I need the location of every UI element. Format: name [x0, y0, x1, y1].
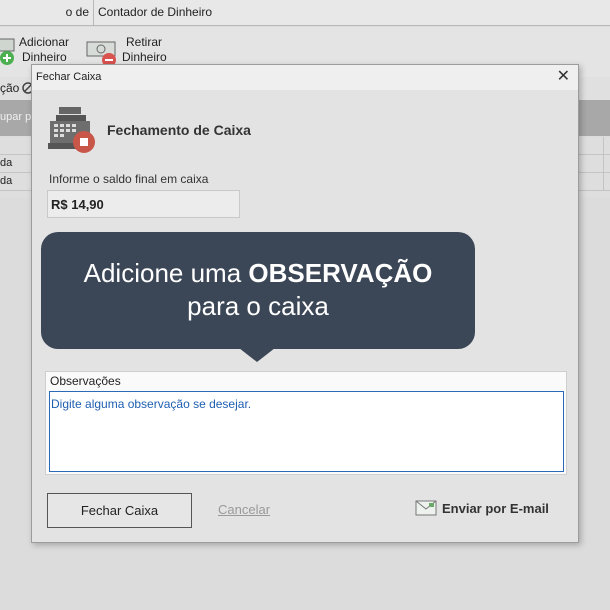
email-icon: [415, 500, 437, 516]
add-money-icon: [0, 38, 15, 65]
close-register-dialog: Fechar Caixa ✕ Fechamento de Caixa Infor…: [31, 64, 579, 543]
close-icon[interactable]: ✕: [557, 68, 570, 86]
dialog-title: Fechar Caixa: [36, 71, 102, 83]
observations-input[interactable]: Digite alguma observação se desejar.: [49, 391, 564, 472]
remove-money-label-1: Retirar: [126, 35, 163, 49]
add-money-button[interactable]: Adicionar Dinheiro: [0, 35, 74, 67]
observation-tooltip: Adicione uma OBSERVAÇÃO para o caixa: [41, 232, 475, 362]
balance-field[interactable]: R$ 14,90: [47, 190, 240, 218]
observations-label: Observações: [50, 374, 121, 388]
balance-value: R$ 14,90: [51, 197, 104, 212]
dialog-heading: Fechamento de Caixa: [107, 122, 251, 138]
background-search-placeholder: upar p: [0, 111, 32, 123]
tooltip-line-1: Adicione uma OBSERVAÇÃO: [41, 257, 475, 289]
tooltip-line-1-prefix: Adicione uma: [83, 258, 249, 288]
dialog-titlebar: Fechar Caixa ✕: [32, 65, 578, 90]
grid-cell: da: [0, 175, 13, 187]
tab-money-counter[interactable]: Contador de Dinheiro: [94, 0, 216, 25]
tooltip-line-1-bold: OBSERVAÇÃO: [248, 258, 433, 288]
remove-money-button[interactable]: Retirar Dinheiro: [86, 35, 170, 67]
observations-panel: Observações Digite alguma observação se …: [45, 371, 567, 475]
background-row-label: ção: [0, 81, 20, 95]
close-register-button[interactable]: Fechar Caixa: [47, 493, 192, 528]
grid-cell: da: [0, 157, 13, 169]
tooltip-line-2: para o caixa: [187, 291, 329, 321]
add-money-label-2: Dinheiro: [22, 50, 67, 64]
tab-payment[interactable]: o de Pagamento: [0, 0, 94, 44]
remove-money-label-2: Dinheiro: [122, 50, 167, 64]
balance-label: Informe o saldo final em caixa: [49, 172, 209, 186]
send-email-label: Enviar por E-mail: [442, 501, 549, 516]
cancel-link[interactable]: Cancelar: [218, 502, 270, 517]
cash-register-icon: [48, 107, 95, 153]
background-tab-bar: o de Pagamento Contador de Dinheiro: [0, 0, 610, 44]
add-money-label-1: Adicionar: [19, 35, 70, 49]
